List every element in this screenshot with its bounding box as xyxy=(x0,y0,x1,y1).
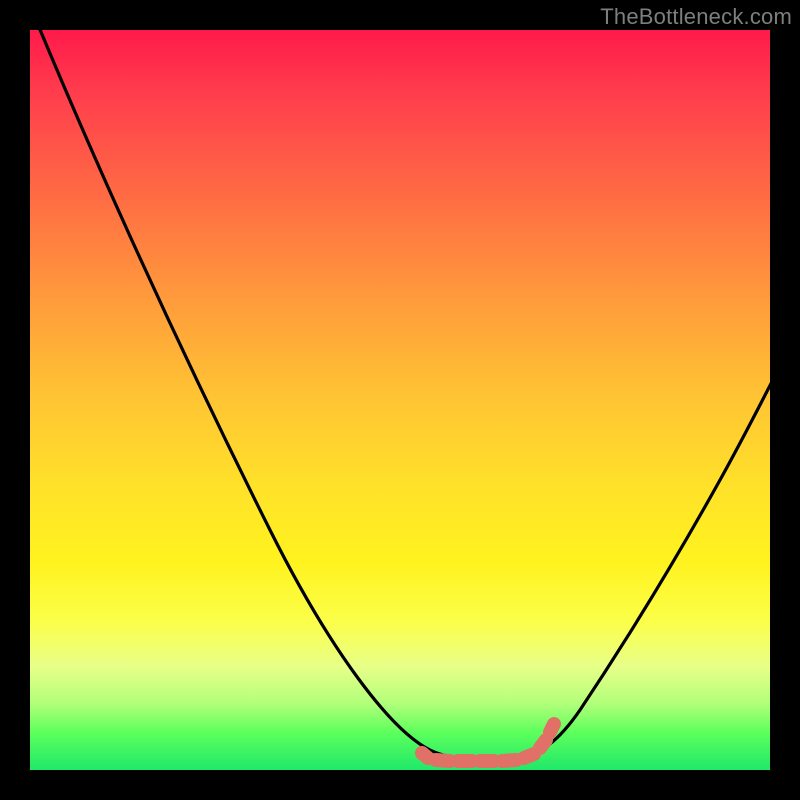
flat-region-marker xyxy=(422,724,554,761)
plot-area xyxy=(30,30,770,770)
bottleneck-curve xyxy=(36,30,770,760)
watermark-text: TheBottleneck.com xyxy=(600,4,792,30)
chart-frame: TheBottleneck.com xyxy=(0,0,800,800)
curve-layer xyxy=(30,30,770,770)
